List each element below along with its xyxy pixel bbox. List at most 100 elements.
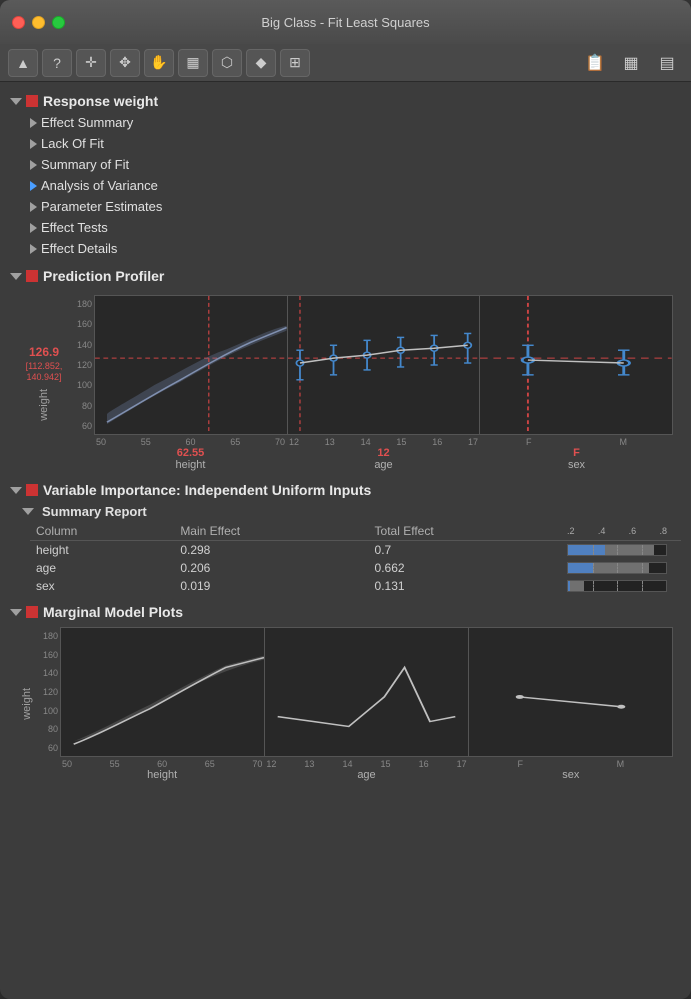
row-bar-sex	[561, 577, 681, 595]
help-tool[interactable]: ?	[42, 49, 72, 77]
analysis-of-variance-header[interactable]: Analysis of Variance	[30, 175, 681, 196]
hand-tool[interactable]: ✋	[144, 49, 174, 77]
row-column-sex: sex	[30, 577, 174, 595]
mmp-age-name: age	[357, 769, 375, 781]
mmp-red-square-icon	[26, 606, 38, 618]
cursor-tool[interactable]: ▲	[8, 49, 38, 77]
minimize-button[interactable]	[32, 16, 45, 29]
height-chart[interactable]	[95, 296, 288, 434]
summary-report-container: Summary Report Column Main Effect Total …	[10, 501, 681, 595]
effect-summary-label: Effect Summary	[41, 115, 133, 130]
row-bar-height	[561, 541, 681, 560]
summary-report-label: Summary Report	[42, 504, 147, 519]
brush-tool[interactable]: ▦	[178, 49, 208, 77]
content-area: Response weight Effect Summary Lack Of F…	[0, 82, 691, 793]
profiler-value: 126.9	[29, 345, 59, 359]
mmp-height-chart[interactable]	[61, 628, 265, 756]
variable-importance-expand-icon	[10, 487, 22, 494]
summary-report-table: Column Main Effect Total Effect .2 .4 .6…	[30, 522, 681, 595]
move-tool[interactable]: ✥	[110, 49, 140, 77]
summary-of-fit-container: Summary of Fit	[10, 154, 681, 175]
mmp-height-xaxis: 50 55 60 65 70 height	[60, 757, 264, 781]
mmp-charts-col: 180 160 140 120 100 80 60	[36, 627, 673, 781]
red-square-icon	[26, 95, 38, 107]
mmp-yaxis-labels: 180 160 140 120 100 80 60	[36, 627, 60, 757]
lack-of-fit-label: Lack Of Fit	[41, 136, 104, 151]
row-main-effect-sex: 0.019	[174, 577, 368, 595]
effect-details-arrow-icon	[30, 244, 37, 254]
summary-of-fit-header[interactable]: Summary of Fit	[30, 154, 681, 175]
probe-tool[interactable]: ◆	[246, 49, 276, 77]
response-weight-label: Response weight	[43, 93, 158, 109]
crosshair-tool[interactable]: ✛	[76, 49, 106, 77]
variable-importance-red-square-icon	[26, 484, 38, 496]
effect-details-header[interactable]: Effect Details	[30, 238, 681, 259]
effect-tests-arrow-icon	[30, 223, 37, 233]
analysis-of-variance-arrow-icon	[30, 181, 37, 191]
prediction-profiler-label: Prediction Profiler	[43, 268, 164, 284]
analysis-of-variance-container: Analysis of Variance	[10, 175, 681, 196]
script-button[interactable]: 📋	[579, 49, 611, 77]
effect-tests-container: Effect Tests	[10, 217, 681, 238]
sex-selected-value: F	[573, 447, 580, 459]
lack-of-fit-header[interactable]: Lack Of Fit	[30, 133, 681, 154]
sex-tick-labels: F M	[480, 437, 673, 447]
table-row: age 0.206 0.662	[30, 559, 681, 577]
grid-button[interactable]: ▤	[651, 49, 683, 77]
row-column-height: height	[30, 541, 174, 560]
marginal-model-plots-header[interactable]: Marginal Model Plots	[10, 601, 681, 623]
table-button[interactable]: ▦	[615, 49, 647, 77]
mmp-charts-row	[60, 627, 673, 757]
lack-of-fit-arrow-icon	[30, 139, 37, 149]
titlebar: Big Class - Fit Least Squares	[0, 0, 691, 44]
profiler-ylabel: weight	[38, 389, 50, 421]
parameter-estimates-container: Parameter Estimates	[10, 196, 681, 217]
row-total-effect-height: 0.7	[369, 541, 561, 560]
lasso-tool[interactable]: ⬡	[212, 49, 242, 77]
height-axis-name: height	[176, 459, 206, 471]
response-weight-header[interactable]: Response weight	[10, 90, 681, 112]
mmp-xaxis-row: 50 55 60 65 70 height 12 13	[36, 757, 673, 781]
effect-tests-header[interactable]: Effect Tests	[30, 217, 681, 238]
age-chart[interactable]	[288, 296, 481, 434]
effect-details-container: Effect Details	[10, 238, 681, 259]
prediction-profiler-header[interactable]: Prediction Profiler	[10, 265, 681, 287]
summary-of-fit-arrow-icon	[30, 160, 37, 170]
effect-summary-header[interactable]: Effect Summary	[30, 112, 681, 133]
table-row: height 0.298 0.7	[30, 541, 681, 560]
parameter-estimates-arrow-icon	[30, 202, 37, 212]
effect-summary-container: Effect Summary	[10, 112, 681, 133]
row-bar-age	[561, 559, 681, 577]
row-total-effect-sex: 0.131	[369, 577, 561, 595]
row-main-effect-height: 0.298	[174, 541, 368, 560]
main-window: Big Class - Fit Least Squares ▲ ? ✛ ✥ ✋ …	[0, 0, 691, 999]
mmp-expand-icon	[10, 609, 22, 616]
height-selected-value: 62.55	[177, 447, 205, 459]
close-button[interactable]	[12, 16, 25, 29]
prediction-profiler-red-square-icon	[26, 270, 38, 282]
analysis-of-variance-label: Analysis of Variance	[41, 178, 158, 193]
mmp-ylabel-area: weight	[18, 627, 36, 781]
profiler-ylabel-area: 126.9 [112.852, 140.942] weight	[18, 295, 70, 471]
row-total-effect-age: 0.662	[369, 559, 561, 577]
variable-importance-header[interactable]: Variable Importance: Independent Uniform…	[10, 479, 681, 501]
mmp-age-chart[interactable]	[265, 628, 469, 756]
mmp-sex-chart[interactable]	[469, 628, 672, 756]
summary-report-expand-icon	[22, 508, 34, 515]
age-axis-name: age	[374, 459, 392, 471]
lack-of-fit-container: Lack Of Fit	[10, 133, 681, 154]
mmp-container: weight 180 160 140 120 100 80 60	[10, 623, 681, 785]
variable-importance-label: Variable Importance: Independent Uniform…	[43, 482, 371, 498]
col-header-total-effect: Total Effect	[369, 522, 561, 541]
parameter-estimates-header[interactable]: Parameter Estimates	[30, 196, 681, 217]
formula-tool[interactable]: ⊞	[280, 49, 310, 77]
maximize-button[interactable]	[52, 16, 65, 29]
col-header-bar: .2 .4 .6 .8	[561, 522, 681, 541]
effect-summary-arrow-icon	[30, 118, 37, 128]
height-xaxis: 50 55 60 65 70 62.55 height	[94, 435, 287, 471]
sex-chart[interactable]	[480, 296, 672, 434]
age-xaxis: 12 13 14 15 16 17 12 age	[287, 435, 480, 471]
mmp-height-name: height	[147, 769, 177, 781]
summary-report-header[interactable]: Summary Report	[22, 501, 681, 522]
age-tick-labels: 12 13 14 15 16 17	[287, 437, 480, 447]
